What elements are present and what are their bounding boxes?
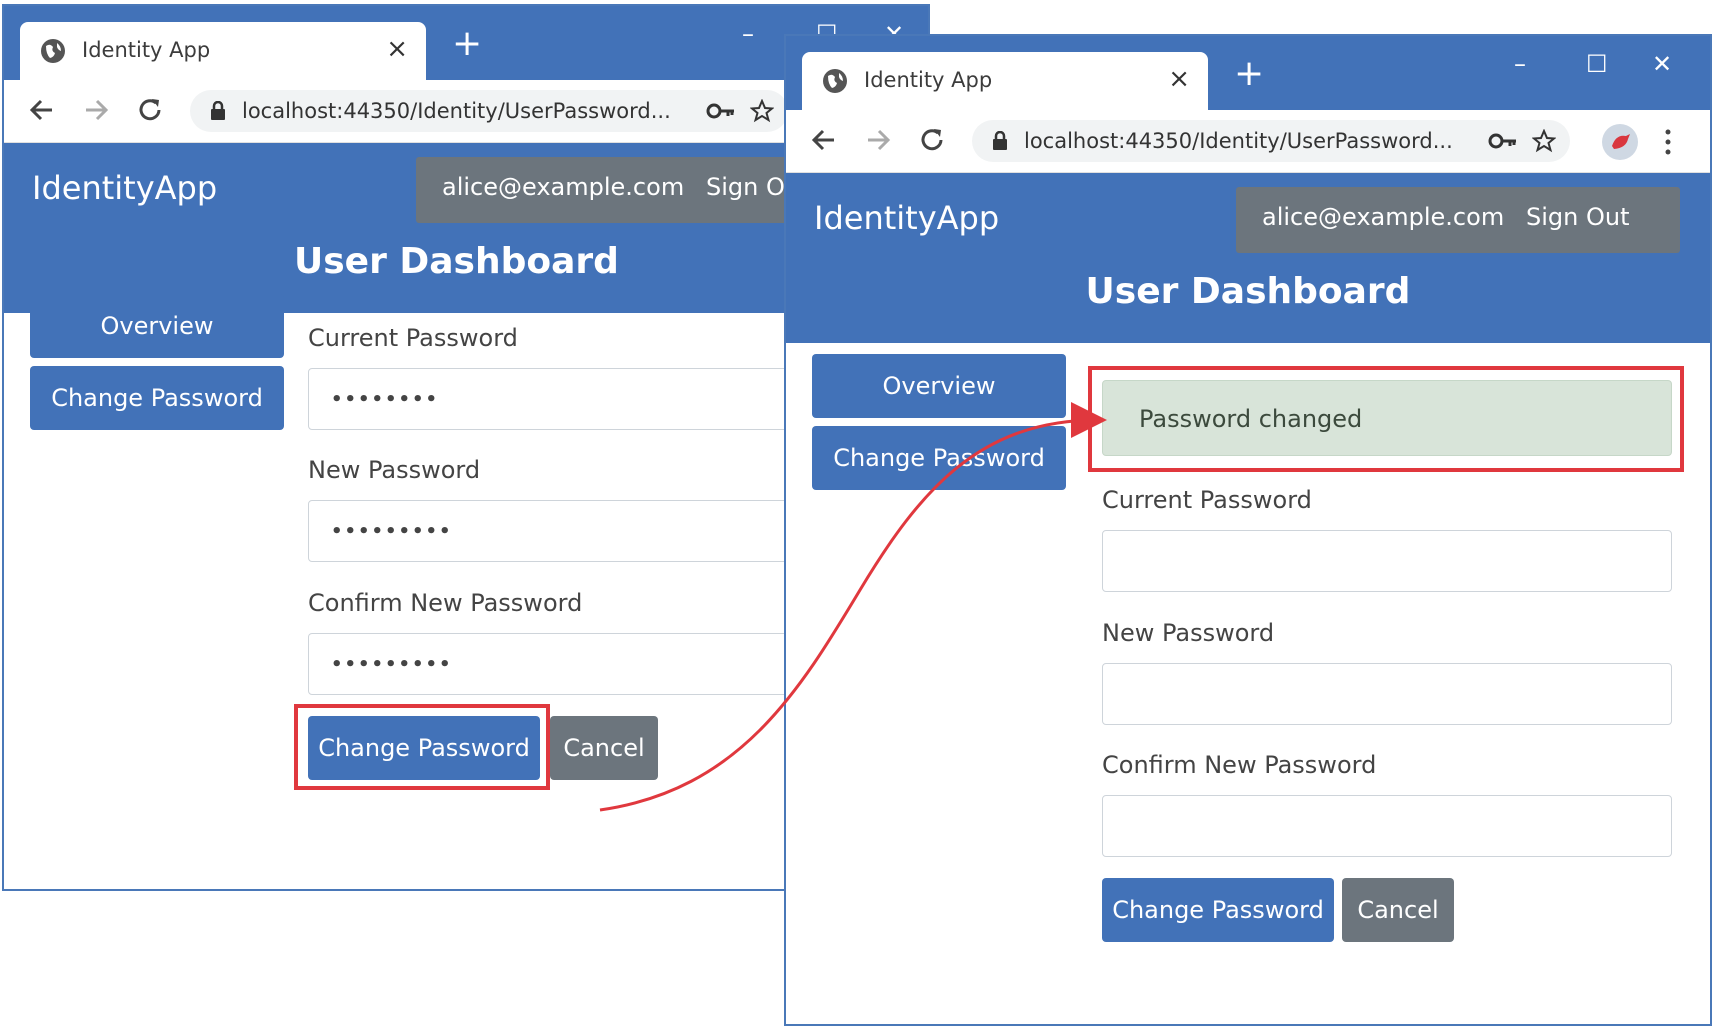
forward-arrow-icon[interactable] <box>78 92 114 128</box>
url-text: localhost:44350/Identity/UserPassword... <box>1024 129 1453 153</box>
tab-title: Identity App <box>864 68 993 92</box>
new-password-label: New Password <box>308 456 481 484</box>
address-bar[interactable]: localhost:44350/Identity/UserPassword... <box>190 90 788 132</box>
new-password-label: New Password <box>1102 619 1275 647</box>
user-email: alice@example.com <box>442 173 685 201</box>
browser-tab[interactable]: Identity App × <box>20 22 426 80</box>
bookmark-star-icon[interactable] <box>1532 129 1556 153</box>
globe-icon <box>41 39 65 63</box>
app-brand[interactable]: IdentityApp <box>32 169 217 207</box>
tab-title: Identity App <box>82 38 211 62</box>
minimize-button[interactable]: – <box>1514 50 1526 78</box>
browser-tab[interactable]: Identity App × <box>802 52 1208 110</box>
confirm-password-value: ••••••••• <box>331 654 453 675</box>
tab-close-icon[interactable]: × <box>1168 64 1190 94</box>
new-tab-button[interactable]: + <box>452 26 482 62</box>
sidebar-overview-button[interactable]: Overview <box>30 294 284 358</box>
bird-icon <box>1612 134 1630 149</box>
back-arrow-icon[interactable] <box>806 122 842 158</box>
forward-arrow-icon[interactable] <box>860 122 896 158</box>
page-title: User Dashboard <box>1085 271 1411 312</box>
current-password-input[interactable] <box>1102 530 1672 592</box>
app-navbar: IdentityApp alice@example.com Sign Out U… <box>786 173 1710 343</box>
confirm-password-input[interactable] <box>1102 795 1672 857</box>
address-bar[interactable]: localhost:44350/Identity/UserPassword... <box>972 120 1570 162</box>
new-password-value: ••••••••• <box>331 521 453 542</box>
confirm-password-label: Confirm New Password <box>308 589 583 617</box>
lock-icon <box>211 101 225 120</box>
browser-window-after: Identity App × + – ☐ ✕ localhost:44350/I… <box>784 34 1712 1026</box>
cancel-button[interactable]: Cancel <box>1342 878 1454 942</box>
new-password-input[interactable] <box>1102 663 1672 725</box>
key-icon[interactable] <box>1488 131 1518 151</box>
change-password-submit-button[interactable]: Change Password <box>1102 878 1334 942</box>
sidebar-change-password-button[interactable]: Change Password <box>30 366 284 430</box>
bookmark-star-icon[interactable] <box>750 99 774 123</box>
confirm-password-label: Confirm New Password <box>1102 751 1377 779</box>
minimize-button[interactable]: – <box>742 20 754 48</box>
tab-close-icon[interactable]: × <box>386 34 408 64</box>
reload-icon[interactable] <box>914 122 950 158</box>
tab-strip: Identity App × + – ☐ ✕ <box>786 36 1710 110</box>
alert-callout-box <box>1088 366 1684 472</box>
current-password-label: Current Password <box>1102 486 1312 514</box>
browser-toolbar: localhost:44350/Identity/UserPassword... <box>786 110 1710 173</box>
profile-avatar-icon[interactable] <box>1602 124 1638 160</box>
lock-icon <box>993 131 1007 150</box>
user-box: alice@example.com Sign Out <box>1236 187 1680 253</box>
new-tab-button[interactable]: + <box>1234 56 1264 92</box>
key-icon[interactable] <box>706 101 736 121</box>
maximize-button[interactable]: ☐ <box>1586 50 1608 78</box>
current-password-label: Current Password <box>308 324 518 352</box>
current-password-value: •••••••• <box>331 389 440 410</box>
back-arrow-icon[interactable] <box>24 92 60 128</box>
submit-callout-box <box>294 704 550 790</box>
user-email: alice@example.com <box>1262 203 1505 231</box>
app-brand[interactable]: IdentityApp <box>814 199 999 237</box>
url-text: localhost:44350/Identity/UserPassword... <box>242 99 671 123</box>
sidebar-change-password-button[interactable]: Change Password <box>812 426 1066 490</box>
sign-out-link[interactable]: Sign Out <box>1526 203 1630 231</box>
cancel-button[interactable]: Cancel <box>550 716 658 780</box>
sidebar-overview-button[interactable]: Overview <box>812 354 1066 418</box>
globe-icon <box>823 69 847 93</box>
reload-icon[interactable] <box>132 92 168 128</box>
close-window-button[interactable]: ✕ <box>1652 50 1672 78</box>
menu-kebab-icon[interactable] <box>1664 124 1672 160</box>
